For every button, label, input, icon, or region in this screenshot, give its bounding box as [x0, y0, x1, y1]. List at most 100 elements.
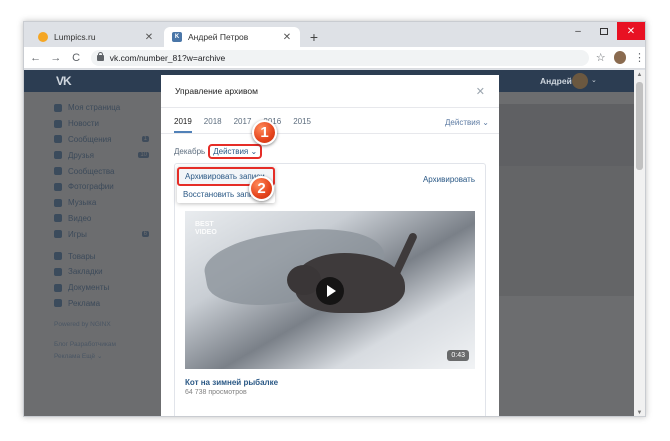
sidebar-footer-links[interactable]: Реклама Ещё ⌄: [54, 351, 149, 363]
sidebar-powered-by: Powered by NGINX: [54, 321, 111, 329]
scroll-down-arrow-icon[interactable]: ▼: [634, 408, 645, 416]
sidebar-item-goods[interactable]: Товары: [54, 248, 149, 264]
tab-vk-profile[interactable]: K Андрей Петров ✕: [164, 27, 300, 47]
step-2-badge: 2: [249, 176, 274, 201]
sidebar-footer-links[interactable]: Блог Разработчикам: [54, 339, 149, 351]
step-1-badge: 1: [252, 120, 277, 145]
chevron-down-icon[interactable]: ⌄: [591, 76, 597, 84]
sidebar-item-label: Игры: [68, 229, 87, 239]
video-thumbnail[interactable]: BEST VIDEO 0:43: [185, 211, 475, 369]
sidebar-item-friends[interactable]: Друзья 10: [54, 147, 149, 163]
document-icon: [54, 283, 62, 292]
vk-logo[interactable]: VK: [56, 74, 72, 88]
sidebar-item-games[interactable]: Игры 6: [54, 226, 149, 242]
vk-favicon-icon: K: [172, 32, 182, 42]
reload-button[interactable]: C: [67, 52, 84, 64]
back-button[interactable]: ←: [27, 52, 44, 64]
browser-menu-icon[interactable]: ⋮: [634, 51, 645, 64]
sidebar-item-messages[interactable]: Сообщения 1: [54, 132, 149, 148]
video-views: 64 738 просмотров: [185, 389, 247, 396]
sidebar-item-label: Сообщения: [68, 134, 112, 144]
month-row: Декабрь Действия ⌄: [174, 144, 263, 159]
video-title-link[interactable]: Кот на зимней рыбалке: [185, 378, 278, 387]
sidebar-item-documents[interactable]: Документы: [54, 280, 149, 296]
video-duration: 0:43: [447, 350, 469, 361]
news-icon: [54, 119, 62, 128]
sidebar-item-label: Товары: [68, 251, 96, 261]
close-icon[interactable]: ✕: [476, 85, 485, 98]
profile-avatar[interactable]: [613, 51, 627, 64]
sidebar-item-label: Сообщества: [68, 166, 115, 176]
maximize-button[interactable]: [591, 22, 617, 40]
home-icon: [54, 103, 62, 112]
tab-close-icon[interactable]: ✕: [282, 32, 292, 43]
sidebar-item-bookmarks[interactable]: Закладки: [54, 264, 149, 280]
tab-lumpics[interactable]: Lumpics.ru ✕: [30, 27, 162, 47]
month-actions-button[interactable]: Действия ⌄: [208, 144, 263, 159]
sidebar-item-my-page[interactable]: Моя страница: [54, 100, 149, 116]
tab-title: Lumpics.ru: [54, 32, 96, 42]
sidebar-item-communities[interactable]: Сообщества: [54, 163, 149, 179]
music-note-icon: [54, 198, 62, 207]
page-scrollbar[interactable]: ▲ ▼: [634, 70, 645, 416]
star-icon: [54, 267, 62, 276]
minimize-button[interactable]: –: [565, 22, 591, 40]
browser-window: Lumpics.ru ✕ K Андрей Петров ✕ + – ✕ ← →…: [23, 21, 646, 417]
sidebar-item-label: Видео: [68, 213, 92, 223]
vk-user-name[interactable]: Андрей: [540, 76, 572, 86]
lumpics-favicon-icon: [38, 32, 48, 42]
sidebar-item-ads[interactable]: Реклама: [54, 296, 149, 312]
tab-close-icon[interactable]: ✕: [144, 32, 154, 43]
megaphone-icon: [54, 299, 62, 308]
address-bar[interactable]: vk.com/number_81?w=archive: [90, 49, 589, 66]
tab-year-2017[interactable]: 2017: [234, 117, 252, 133]
maximize-icon: [600, 27, 608, 35]
sidebar-item-label: Друзья: [68, 150, 94, 160]
friends-icon: [54, 151, 62, 160]
sidebar-count-badge: 1: [141, 136, 149, 143]
camera-icon: [54, 182, 62, 191]
month-label: Декабрь: [174, 147, 206, 156]
archive-manager-modal: Управление архивом ✕ 2019 2018 2017 2016…: [161, 75, 499, 416]
tab-year-2019[interactable]: 2019: [174, 117, 192, 133]
sidebar-item-label: Моя страница: [68, 103, 121, 113]
sidebar-item-news[interactable]: Новости: [54, 116, 149, 132]
modal-title: Управление архивом: [175, 86, 258, 96]
vk-sidebar: Моя страница Новости Сообщения 1 Друзья 10…: [54, 100, 149, 363]
sidebar-count-badge: 10: [138, 152, 149, 159]
scroll-up-arrow-icon[interactable]: ▲: [634, 70, 645, 80]
forward-button[interactable]: →: [47, 52, 64, 64]
sidebar-item-label: Новости: [68, 119, 99, 129]
modal-header: Управление архивом ✕: [161, 75, 499, 108]
sidebar-item-video[interactable]: Видео: [54, 211, 149, 227]
bookmark-star-icon[interactable]: ☆: [596, 51, 606, 64]
sidebar-item-label: Реклама: [68, 298, 101, 308]
page-viewport: VK Андрей ⌄ Моя страница Новости Сообщен…: [24, 70, 636, 416]
background-card: [484, 166, 634, 296]
tab-year-2015[interactable]: 2015: [293, 117, 311, 133]
play-icon[interactable]: [316, 277, 344, 305]
sidebar-item-label: Фотографии: [68, 182, 114, 192]
sidebar-item-label: Документы: [68, 283, 110, 293]
scrollbar-thumb[interactable]: [636, 82, 643, 170]
message-icon: [54, 135, 62, 144]
sidebar-item-music[interactable]: Музыка: [54, 195, 149, 211]
tab-title: Андрей Петров: [188, 32, 249, 42]
tab-year-2018[interactable]: 2018: [204, 117, 222, 133]
sidebar-count-badge: 6: [141, 231, 149, 238]
sidebar-item-photos[interactable]: Фотографии: [54, 179, 149, 195]
vk-user-avatar[interactable]: [572, 73, 588, 89]
sidebar-item-label: Музыка: [68, 198, 97, 208]
video-icon: [54, 214, 62, 223]
lock-icon: [96, 51, 104, 61]
year-tabs: 2019 2018 2017 2016 2015 Действия ⌄: [161, 108, 499, 134]
communities-icon: [54, 167, 62, 176]
video-watermark: BEST VIDEO: [195, 221, 217, 236]
close-window-button[interactable]: ✕: [617, 22, 645, 40]
browser-toolbar: ← → C vk.com/number_81?w=archive ☆ ⋮: [24, 47, 645, 69]
new-tab-button[interactable]: +: [307, 29, 321, 45]
tab-strip: Lumpics.ru ✕ K Андрей Петров ✕ + – ✕: [24, 22, 645, 47]
year-actions-menu[interactable]: Действия ⌄: [445, 118, 489, 127]
archive-post-link[interactable]: Архивировать: [423, 175, 475, 184]
shopping-bag-icon: [54, 252, 62, 261]
